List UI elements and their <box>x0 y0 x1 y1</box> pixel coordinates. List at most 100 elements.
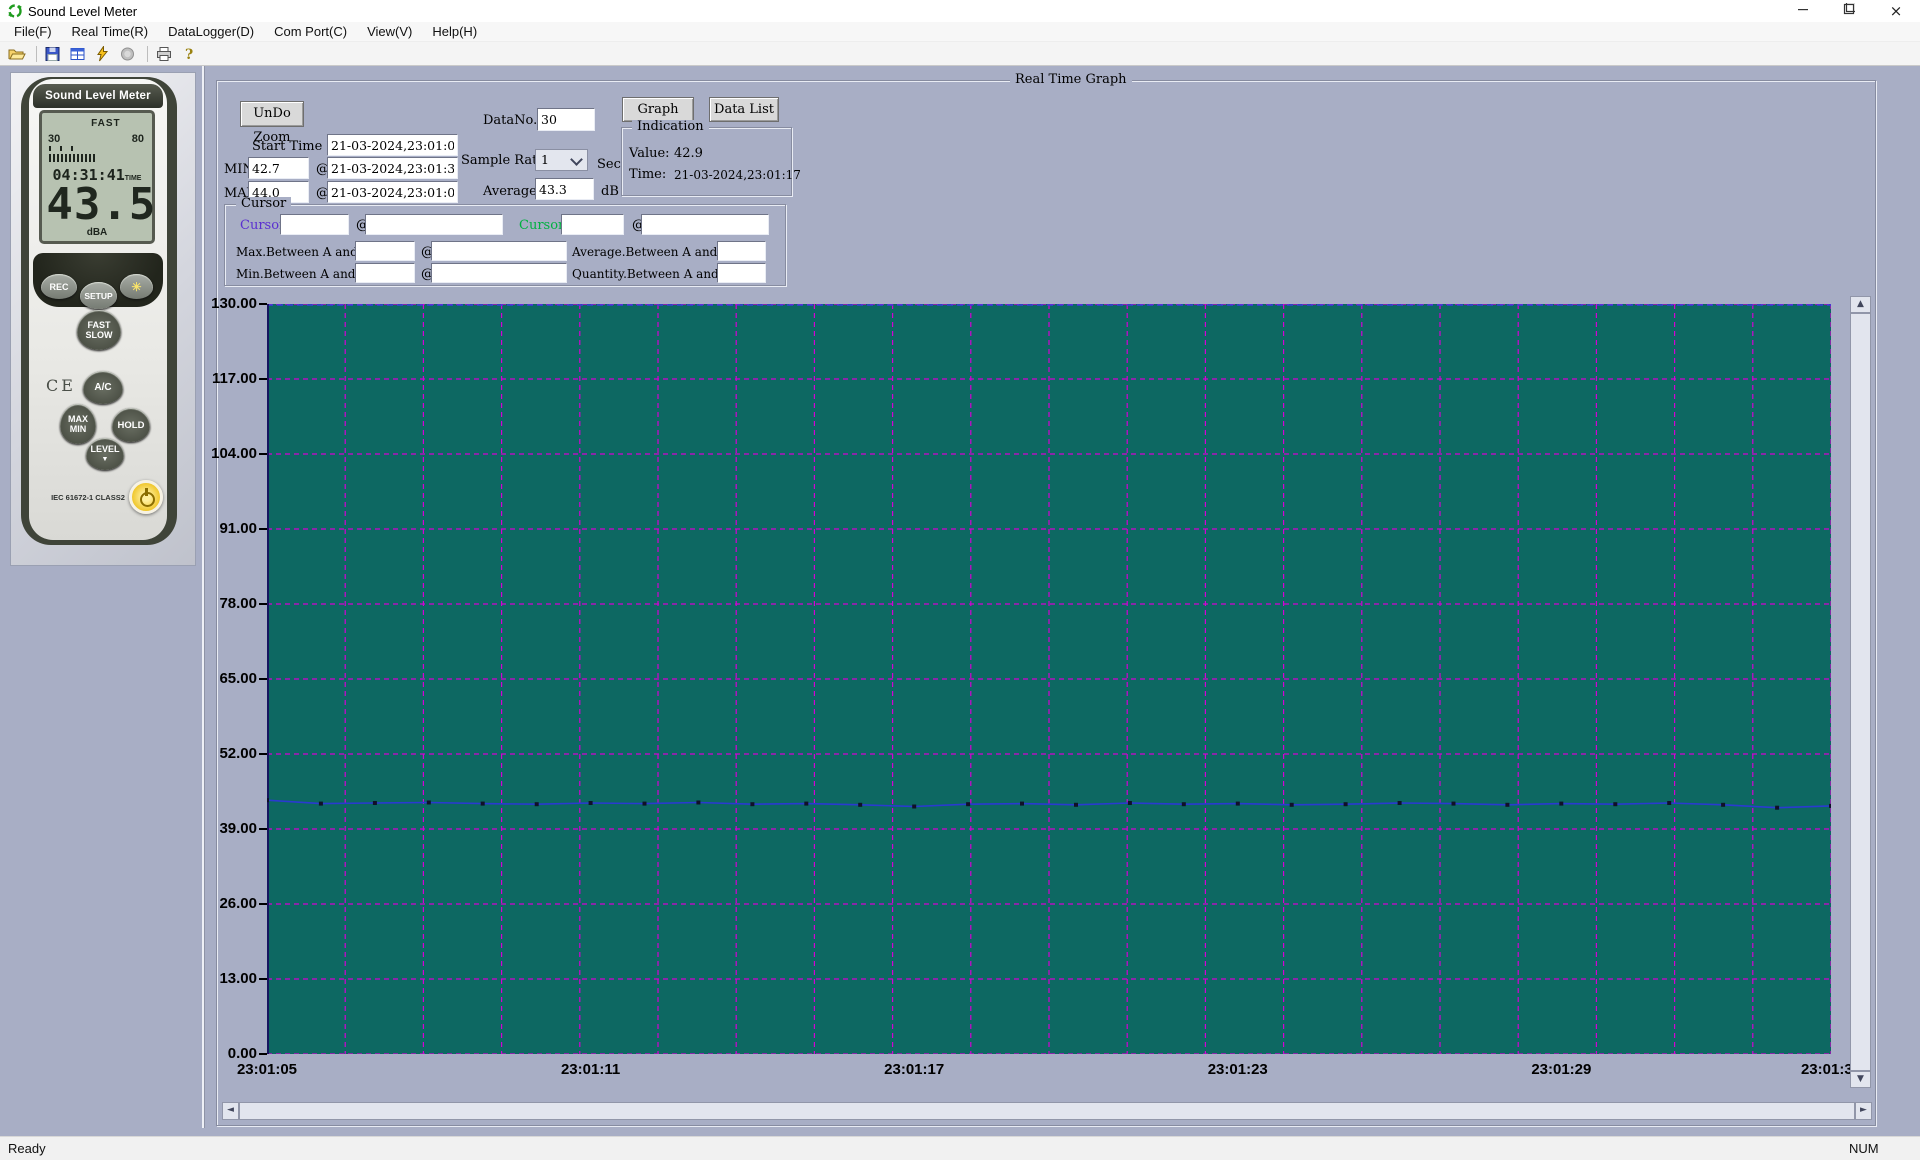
device-fast-slow-button: FAST SLOW <box>77 310 121 350</box>
y-axis-label: 65.00 <box>219 670 257 687</box>
device-cert-label: IEC 61672-1 CLASS2 <box>51 493 125 502</box>
scroll-down-button[interactable]: ▼ <box>1850 1071 1871 1088</box>
x-axis-label: 23:01:11 <box>560 1061 621 1078</box>
device-power-button <box>129 480 163 514</box>
status-num: NUM <box>1849 1141 1879 1156</box>
cursor-title: Cursor <box>236 197 292 211</box>
y-axis-label: 26.00 <box>219 895 257 912</box>
y-axis-label: 39.00 <box>219 820 257 837</box>
undo-zoom-button[interactable]: UnDo Zoom <box>240 101 304 145</box>
menu-real-time[interactable]: Real Time(R) <box>62 22 159 42</box>
toolbar-separator <box>147 45 148 62</box>
average-unit: dB <box>601 184 619 199</box>
min-between-time-field[interactable] <box>431 263 567 283</box>
y-axis-tick <box>259 978 267 980</box>
minimize-button[interactable] <box>1780 0 1826 22</box>
start-time-label: Start Time <box>252 139 323 154</box>
window-title: Sound Level Meter <box>28 4 138 19</box>
average-label: Average <box>483 184 537 199</box>
sample-rate-label: Sample Rate <box>461 153 546 168</box>
indication-time: 21-03-2024,23:01:17 <box>674 168 801 182</box>
average-field[interactable] <box>535 178 594 200</box>
ce-mark: CE <box>46 376 76 395</box>
y-axis-label: 0.00 <box>227 1045 257 1062</box>
max-between-value-field[interactable] <box>355 241 415 261</box>
average-between-label: Average.Between A and B <box>572 245 730 259</box>
y-axis-label: 117.00 <box>211 370 257 387</box>
lcd-range-high: 80 <box>131 133 144 145</box>
indication-time-label: Time: <box>629 167 667 182</box>
data-no-field[interactable] <box>537 108 595 131</box>
max-time-field[interactable] <box>327 181 458 203</box>
lcd-scale-ticks <box>49 146 79 151</box>
open-icon[interactable] <box>6 44 28 63</box>
average-between-field[interactable] <box>717 241 766 261</box>
cursor-a-time-field[interactable] <box>365 214 503 235</box>
min-value-field[interactable] <box>248 157 309 179</box>
sample-rate-combo[interactable]: 1 <box>535 149 588 171</box>
indication-group <box>621 127 792 196</box>
status-bar: Ready NUM <box>0 1136 1920 1160</box>
svg-text:?: ? <box>185 47 193 62</box>
lcd-unit: dBA <box>86 227 108 238</box>
lcd-bargraph <box>49 154 95 162</box>
y-axis-tick <box>259 303 267 305</box>
app-icon <box>7 3 23 19</box>
device-level-button: LEVEL ▼ <box>86 438 124 470</box>
lcd-value: 43.5 <box>46 179 157 230</box>
min-between-value-field[interactable] <box>355 263 415 283</box>
chevron-down-icon <box>570 153 583 166</box>
y-axis-label: 52.00 <box>219 745 257 762</box>
cursor-a-value-field[interactable] <box>280 214 349 235</box>
y-axis-label: 13.00 <box>219 970 257 987</box>
y-axis-label: 130.00 <box>211 295 257 312</box>
lcd-range-low: 30 <box>48 133 61 145</box>
status-ready: Ready <box>8 1141 46 1156</box>
menu-com-port[interactable]: Com Port(C) <box>264 22 357 42</box>
menu-file[interactable]: File(F) <box>4 22 62 42</box>
data-list-button[interactable]: Data List <box>709 97 779 122</box>
scroll-right-button[interactable]: ► <box>1855 1102 1872 1120</box>
y-axis-tick <box>259 528 267 530</box>
vertical-scroll-thumb[interactable] <box>1850 313 1871 1071</box>
y-axis-label: 104.00 <box>211 445 257 462</box>
cursor-b-time-field[interactable] <box>641 214 769 235</box>
x-axis-label: 23:01:05 <box>236 1061 298 1078</box>
sample-rate-unit: Sec <box>597 157 621 172</box>
y-axis-tick <box>259 903 267 905</box>
start-time-field[interactable] <box>327 134 458 156</box>
close-button[interactable]: × <box>1872 0 1920 22</box>
save-icon[interactable] <box>42 44 64 63</box>
help-icon[interactable]: ? <box>178 44 200 63</box>
cursor-b-value-field[interactable] <box>561 214 624 235</box>
indication-value: 42.9 <box>674 146 703 161</box>
y-axis-tick <box>259 453 267 455</box>
max-between-time-field[interactable] <box>431 241 567 261</box>
menu-datalogger[interactable]: DataLogger(D) <box>158 22 264 42</box>
scroll-up-button[interactable]: ▲ <box>1850 296 1871 313</box>
menu-bar: File(F) Real Time(R) DataLogger(D) Com P… <box>0 22 1920 42</box>
y-axis-tick <box>259 678 267 680</box>
menu-view[interactable]: View(V) <box>357 22 422 42</box>
y-axis-tick <box>259 828 267 830</box>
print-icon[interactable] <box>153 44 175 63</box>
device-lcd: FAST 30 80 04:31:41TIME 43.5 dBA <box>39 110 155 244</box>
quantity-between-field[interactable] <box>717 263 766 283</box>
chart-plot[interactable] <box>265 303 1833 1055</box>
device-max-min-button: MAX MIN <box>60 404 96 444</box>
menu-help[interactable]: Help(H) <box>422 22 487 42</box>
horizontal-scroll-thumb[interactable] <box>239 1102 1855 1120</box>
lcd-mode: FAST <box>91 118 121 129</box>
connect-icon[interactable] <box>92 44 114 63</box>
y-axis-tick <box>259 603 267 605</box>
disconnect-icon[interactable] <box>117 44 139 63</box>
min-time-field[interactable] <box>327 157 458 179</box>
y-axis-tick <box>259 1053 267 1055</box>
maximize-button[interactable] <box>1826 0 1872 22</box>
panel-title: Real Time Graph <box>1010 73 1132 87</box>
data-list-icon[interactable] <box>67 44 89 63</box>
y-axis-label: 78.00 <box>219 595 257 612</box>
device-header-label: Sound Level Meter <box>33 84 163 108</box>
indication-title: Indication <box>632 120 709 134</box>
scroll-left-button[interactable]: ◄ <box>222 1102 239 1120</box>
